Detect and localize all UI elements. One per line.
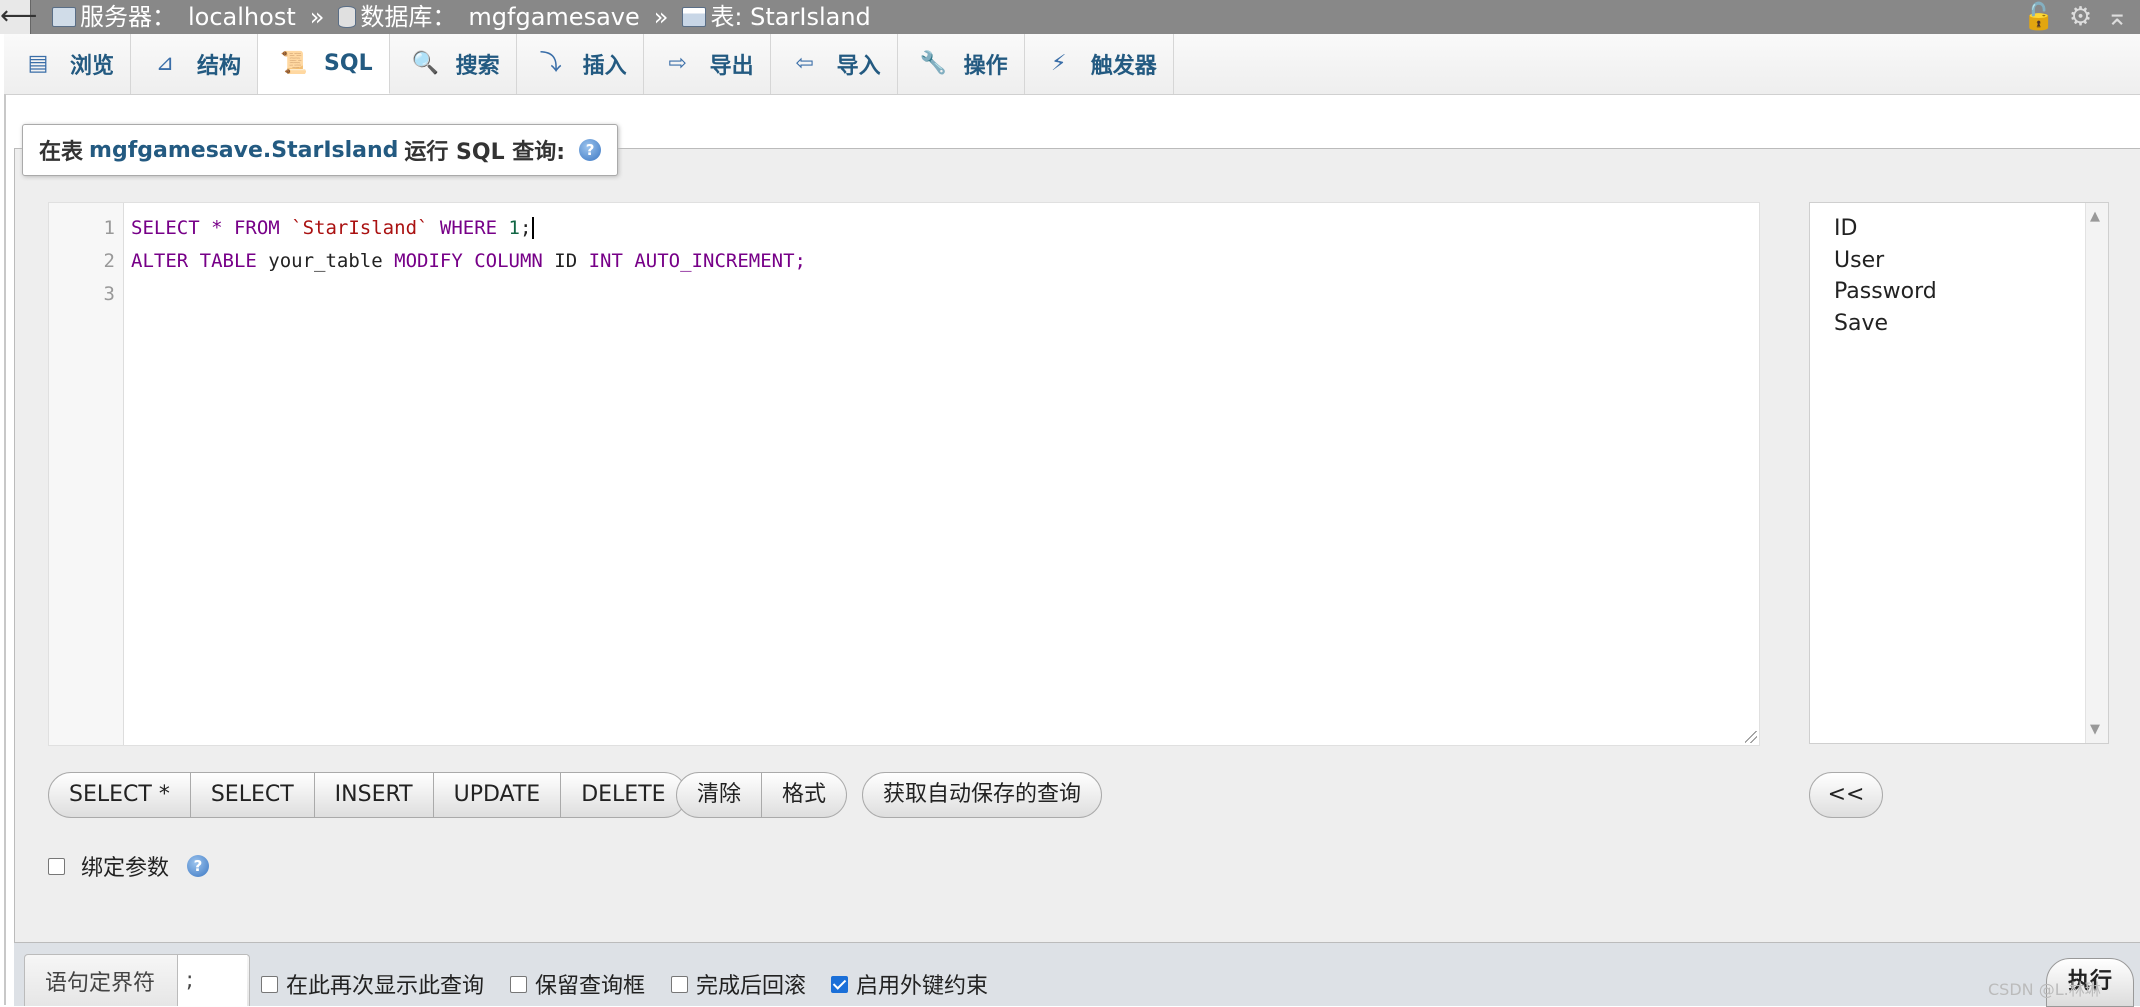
- get-autosaved-query-button[interactable]: 获取自动保存的查询: [862, 772, 1103, 818]
- server-icon: [52, 7, 76, 27]
- collapse-up-icon[interactable]: ⌅: [2106, 0, 2128, 34]
- panel-legend: 在表 mgfgamesave.StarIsland 运行 SQL 查询: ?: [22, 124, 619, 176]
- left-divider: [4, 94, 6, 1005]
- database-icon: [338, 6, 357, 28]
- code-area[interactable]: SELECT * FROM `StarIsland` WHERE 1; ALTE…: [131, 212, 806, 311]
- insert-column-button[interactable]: <<: [1809, 772, 1883, 818]
- gear-icon[interactable]: ⚙: [2069, 0, 2092, 34]
- tab-insert[interactable]: ⤵ 插入: [517, 34, 644, 94]
- tab-search[interactable]: 🔍 搜索: [390, 34, 517, 94]
- table-icon: [682, 7, 707, 27]
- tab-import[interactable]: ⇦ 导入: [771, 34, 898, 94]
- structure-icon: ⊿: [155, 51, 175, 76]
- tab-browse[interactable]: ▤ 浏览: [4, 34, 132, 94]
- line-number: 3: [103, 283, 115, 305]
- topbar-actions: 🔓 ⚙ ⌅: [2023, 0, 2128, 34]
- breadcrumb-table-link[interactable]: 表: StarIsland: [710, 0, 870, 34]
- insert-column-group: <<: [1809, 772, 1883, 818]
- line-number: 1: [103, 217, 115, 239]
- delimiter-group: 语句定界符 ;: [24, 954, 250, 1006]
- scroll-up-icon[interactable]: ▲: [2090, 209, 2100, 224]
- column-list-scrollbar[interactable]: ▲ ▼: [2085, 203, 2108, 743]
- breadcrumb-db-label: 数据库：: [360, 3, 457, 31]
- line-number: 2: [103, 250, 115, 272]
- foreign-key-checks-checkbox[interactable]: [831, 975, 848, 993]
- column-list[interactable]: ID User Password Save ▲ ▼: [1809, 202, 2109, 744]
- insert-button[interactable]: INSERT: [314, 772, 434, 818]
- help-icon[interactable]: ?: [187, 855, 210, 877]
- line-number-gutter: 1 2 3: [49, 203, 124, 745]
- tab-operations[interactable]: 🔧 操作: [898, 34, 1025, 94]
- rollback-checkbox[interactable]: [671, 975, 688, 993]
- select-button[interactable]: SELECT: [190, 772, 315, 818]
- code-line: ALTER TABLE your_table MODIFY COLUMN ID …: [131, 250, 806, 272]
- browse-icon: ▤: [27, 51, 49, 76]
- breadcrumb-database-link[interactable]: mgfgamesave: [468, 0, 639, 34]
- tab-export[interactable]: ⇨ 导出: [644, 34, 771, 94]
- column-option[interactable]: Save: [1834, 308, 1937, 340]
- tab-sql[interactable]: 📜 SQL: [258, 34, 390, 94]
- collapse-navigation-button[interactable]: ⟵: [0, 0, 37, 34]
- legend-table-name: mgfgamesave.StarIsland: [89, 137, 399, 163]
- sql-editor[interactable]: 1 2 3 SELECT * FROM `StarIsland` WHERE 1…: [48, 202, 1760, 746]
- sql-icon: 📜: [280, 50, 308, 76]
- breadcrumb-server-label: 服务器：: [80, 3, 176, 31]
- breadcrumb-server-link[interactable]: localhost: [188, 0, 296, 34]
- foreign-key-checks-option[interactable]: 启用外键约束: [831, 968, 988, 1000]
- edit-buttons: 清除 格式: [676, 772, 848, 818]
- delete-button[interactable]: DELETE: [561, 772, 687, 818]
- scroll-down-icon[interactable]: ▼: [2090, 722, 2100, 737]
- trigger-icon: ⚡: [1050, 51, 1067, 76]
- autosave-group: 获取自动保存的查询: [862, 772, 1103, 818]
- lock-icon[interactable]: 🔓: [2023, 0, 2055, 34]
- watermark: CSDN @L.林琳: [1988, 980, 2101, 999]
- delimiter-label: 语句定界符: [45, 970, 156, 996]
- bind-parameters-label: 绑定参数: [81, 856, 170, 881]
- resize-handle[interactable]: [1745, 731, 1757, 743]
- search-icon: 🔍: [411, 51, 440, 76]
- breadcrumb-separator: »: [309, 3, 325, 31]
- select-star-button[interactable]: SELECT *: [48, 772, 191, 818]
- update-button[interactable]: UPDATE: [433, 772, 562, 818]
- query-template-buttons: SELECT * SELECT INSERT UPDATE DELETE: [48, 772, 687, 818]
- breadcrumb: 服务器： localhost » 数据库： mgfgamesave » 表: S…: [52, 0, 871, 34]
- export-icon: ⇨: [668, 51, 687, 76]
- help-icon[interactable]: ?: [579, 139, 602, 161]
- tab-structure[interactable]: ⊿ 结构: [131, 34, 259, 94]
- column-option[interactable]: Password: [1834, 276, 1937, 308]
- tab-bar: ▤ 浏览 ⊿ 结构 📜 SQL 🔍 搜索 ⤵ 插入 ⇨ 导出 ⇦ 导入 🔧 操作 ⚡ 触发器: [4, 34, 2140, 95]
- show-query-again-option[interactable]: 在此再次显示此查询: [261, 968, 484, 1000]
- breadcrumb-separator: »: [653, 3, 669, 31]
- column-option[interactable]: User: [1834, 245, 1937, 277]
- breadcrumb-bar: ⟵ 服务器： localhost » 数据库： mgfgamesave » 表:…: [0, 0, 2140, 34]
- wrench-icon: 🔧: [919, 51, 948, 76]
- text-cursor: [532, 217, 535, 239]
- code-line: SELECT * FROM `StarIsland` WHERE 1;: [131, 212, 806, 245]
- column-option[interactable]: ID: [1834, 213, 1937, 245]
- bind-parameters-row: 绑定参数 ?: [48, 850, 210, 882]
- keep-query-box-option[interactable]: 保留查询框: [510, 968, 645, 1000]
- rollback-option[interactable]: 完成后回滚: [671, 968, 806, 1000]
- format-button[interactable]: 格式: [762, 772, 848, 818]
- tab-triggers[interactable]: ⚡ 触发器: [1025, 34, 1174, 94]
- keep-query-box-checkbox[interactable]: [510, 975, 527, 993]
- import-icon: ⇦: [795, 51, 814, 76]
- delimiter-input[interactable]: ;: [177, 955, 247, 1006]
- show-query-again-checkbox[interactable]: [261, 975, 278, 993]
- bind-parameters-checkbox[interactable]: [48, 857, 65, 875]
- insert-icon: ⤵: [539, 51, 562, 76]
- clear-button[interactable]: 清除: [676, 772, 763, 818]
